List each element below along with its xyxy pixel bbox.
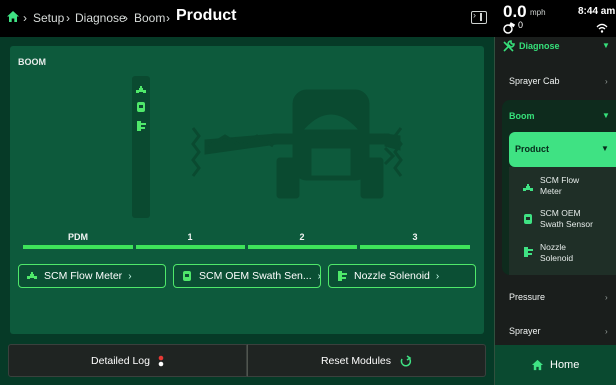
wrench-icon: [502, 40, 515, 58]
sidebar-item-sprayer-cab[interactable]: Sprayer Cab: [509, 76, 560, 86]
home-icon[interactable]: [6, 10, 20, 28]
detailed-log-button[interactable]: Detailed Log: [8, 344, 247, 377]
speed-value: 0.0: [503, 2, 527, 21]
section-label-3: 3: [412, 232, 418, 242]
chevron-right-icon: ›: [128, 270, 132, 282]
breadcrumb-separator: ›: [166, 11, 170, 25]
section-bar-3: [360, 245, 470, 249]
module-chip-label: SCM OEM Swath Sen...: [199, 270, 312, 282]
breadcrumb-separator: ›: [124, 11, 128, 25]
subitem-line2: Swath Sensor: [540, 219, 593, 229]
sidebar-header-label: Diagnose: [519, 41, 560, 51]
subitem-line2: Meter: [540, 186, 562, 196]
chevron-right-icon: ›: [605, 293, 608, 302]
page-title: Product: [176, 7, 237, 24]
module-chip-label: SCM Flow Meter: [44, 270, 123, 282]
reset-modules-label: Reset Modules: [320, 354, 392, 367]
sprayer-illustration: [191, 89, 403, 199]
section-bar-1: [136, 245, 245, 249]
wifi-icon: [596, 20, 608, 38]
subitem-line2: Solenoid: [540, 253, 574, 263]
breadcrumb-diagnose[interactable]: Diagnose: [75, 11, 126, 25]
nozzle-solenoid-icon: [522, 245, 534, 263]
detailed-log-label: Detailed Log: [91, 354, 150, 367]
speed-unit: mph: [530, 8, 546, 17]
sidebar-item-boom[interactable]: Boom: [509, 111, 535, 121]
section-label-pdm: PDM: [68, 232, 88, 242]
sidebar-item-product-label: Product: [515, 144, 550, 154]
nozzle-solenoid-icon: [135, 119, 147, 137]
subitem-line1: SCM Flow: [540, 175, 580, 185]
module-chip-label: Nozzle Solenoid: [354, 270, 430, 282]
subitem-line1: Nozzle: [540, 242, 566, 252]
swath-sensor-icon: [522, 212, 534, 230]
section-label-1: 1: [187, 232, 193, 242]
sidebar-subitem-nozzle-solenoid[interactable]: Nozzle Solenoid: [540, 242, 573, 264]
module-chip-swath-sensor[interactable]: SCM OEM Swath Sen... ›: [173, 264, 321, 288]
chevron-down-icon: ▼: [602, 111, 610, 120]
chevron-right-icon: ›: [605, 77, 608, 86]
reset-icon: [399, 354, 412, 367]
chevron-right-icon: ›: [317, 270, 321, 282]
section-bar-pdm: [23, 245, 133, 249]
breadcrumb-setup[interactable]: Setup: [33, 11, 64, 25]
sidebar-subitem-flow-meter[interactable]: SCM Flow Meter: [540, 175, 579, 197]
module-chip-flow-meter[interactable]: SCM Flow Meter ›: [18, 264, 166, 288]
log-status-icon: [158, 355, 164, 367]
flow-meter-icon: [26, 271, 38, 281]
section-label-2: 2: [299, 232, 305, 242]
breadcrumb-separator: ›: [66, 11, 70, 25]
boom-title: BOOM: [18, 57, 46, 67]
flow-meter-icon: [522, 180, 534, 198]
home-button[interactable]: Home: [495, 345, 616, 385]
chevron-down-icon: ▼: [602, 41, 610, 50]
breadcrumb-separator: ›: [23, 11, 27, 25]
chevron-right-icon: ›: [435, 270, 440, 282]
bottom-button-bar: Detailed Log Reset Modules: [8, 344, 486, 377]
boom-panel: BOOM PDM 1 2 3 SCM Flow Meter › SCM OEM …: [10, 46, 484, 334]
chevron-down-icon: ▼: [601, 144, 609, 153]
swath-sensor-icon: [135, 100, 147, 118]
module-chip-nozzle-solenoid[interactable]: Nozzle Solenoid ›: [328, 264, 476, 288]
clock-time: 8:44: [578, 6, 599, 17]
sidebar-item-sprayer[interactable]: Sprayer: [509, 326, 541, 336]
home-button-label: Home: [550, 359, 580, 371]
sidebar-item-product[interactable]: Product ▼: [509, 132, 616, 167]
module-icon-strip: [132, 76, 150, 218]
sidebar-subitem-swath-sensor[interactable]: SCM OEM Swath Sensor: [540, 208, 593, 230]
top-bar: › Setup › Diagnose › Boom › Product › 0.…: [0, 0, 616, 37]
sidebar-item-pressure[interactable]: Pressure: [509, 292, 545, 302]
section-bar-2: [248, 245, 357, 249]
nozzle-solenoid-icon: [336, 270, 348, 282]
chevron-right-icon: ›: [605, 327, 608, 336]
clock-suffix: am: [600, 6, 616, 17]
reset-modules-button[interactable]: Reset Modules: [247, 344, 486, 377]
swath-sensor-icon: [181, 270, 193, 282]
flow-meter-icon: [135, 82, 147, 100]
home-icon: [531, 358, 544, 376]
breadcrumb-boom[interactable]: Boom: [134, 11, 165, 25]
gps-count: 0: [518, 20, 524, 30]
clock: 8:44 am: [578, 6, 615, 17]
sidebar-header[interactable]: Diagnose ▼: [495, 37, 616, 57]
subitem-line1: SCM OEM: [540, 208, 581, 218]
sidebar: Diagnose ▼ Sprayer Cab › Boom ▼ Product …: [494, 37, 616, 385]
main-content: BOOM PDM 1 2 3 SCM Flow Meter › SCM OEM …: [0, 37, 494, 385]
panel-toggle-icon[interactable]: ›: [471, 10, 487, 24]
